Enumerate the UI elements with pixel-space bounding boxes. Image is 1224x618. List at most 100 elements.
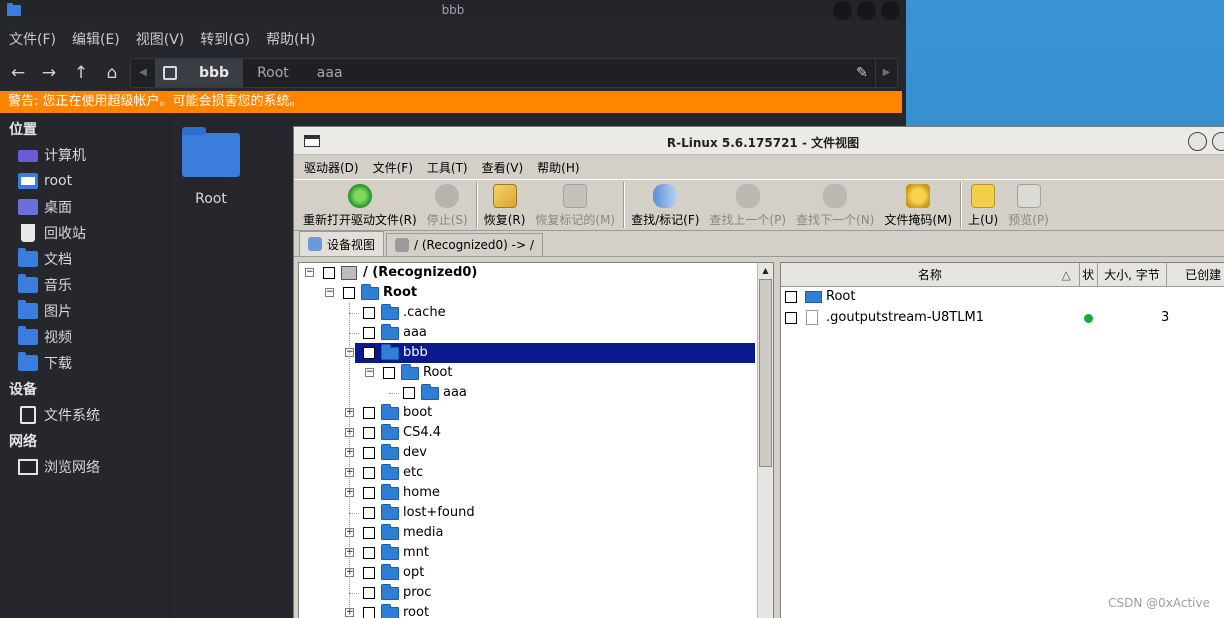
collapse-icon[interactable]: − (365, 368, 374, 377)
collapse-icon[interactable]: − (325, 288, 334, 297)
mark-checkbox[interactable] (363, 407, 375, 419)
rl-menu-help[interactable]: 帮助(H) (537, 159, 579, 176)
mark-checkbox[interactable] (363, 527, 375, 539)
sidebar-item-documents[interactable]: 文档 (0, 246, 169, 272)
maximize-button[interactable] (857, 1, 876, 20)
rl-menu-view[interactable]: 查看(V) (482, 159, 524, 176)
tree-node[interactable]: lost+found (299, 503, 759, 523)
folder-tree[interactable]: ▲ − / (Recognized0) − Root .cache aaa − bbb − Roo… (298, 262, 774, 618)
mark-checkbox[interactable] (323, 267, 335, 279)
mark-checkbox[interactable] (383, 367, 395, 379)
tree-node[interactable]: + dev (299, 443, 759, 463)
sidebar-item-videos[interactable]: 视频 (0, 324, 169, 350)
sidebar-item-trash[interactable]: 回收站 (0, 220, 169, 246)
rl-maximize-button[interactable] (1212, 132, 1224, 151)
mark-checkbox[interactable] (363, 447, 375, 459)
mark-checkbox[interactable] (363, 467, 375, 479)
tree-node[interactable]: aaa (299, 383, 759, 403)
sidebar-item-downloads[interactable]: 下载 (0, 350, 169, 376)
up-button[interactable]: 上(U) (968, 180, 998, 228)
tree-node[interactable]: + boot (299, 403, 759, 423)
sidebar-item-browse-network[interactable]: 浏览网络 (0, 454, 169, 480)
tab-file-view[interactable]: / (Recognized0) -> / (386, 233, 543, 256)
rl-menu-file[interactable]: 文件(F) (373, 159, 413, 176)
scroll-thumb[interactable] (759, 279, 772, 467)
tree-node[interactable]: − / (Recognized0) (299, 263, 759, 283)
mark-checkbox[interactable] (785, 312, 797, 324)
tree-scrollbar[interactable]: ▲ (757, 263, 773, 618)
tree-node[interactable]: proc (299, 583, 759, 603)
column-size[interactable]: 大小, 字节 (1098, 263, 1168, 286)
list-item[interactable]: Root (781, 287, 1224, 308)
mark-checkbox[interactable] (363, 307, 375, 319)
up-arrow-icon[interactable]: ↑ (70, 62, 92, 84)
drive-icon[interactable] (155, 59, 185, 87)
rl-titlebar[interactable]: R-Linux 5.6.175721 - 文件视图 (294, 127, 1224, 155)
close-button[interactable] (881, 1, 900, 20)
tree-node[interactable]: aaa (299, 323, 759, 343)
mark-checkbox[interactable] (363, 547, 375, 559)
sidebar-item-desktop[interactable]: 桌面 (0, 194, 169, 220)
rl-menu-tools[interactable]: 工具(T) (427, 159, 468, 176)
path-scroll-left-icon[interactable]: ◀ (131, 59, 155, 87)
tree-node[interactable]: + media (299, 523, 759, 543)
tree-node[interactable]: + opt (299, 563, 759, 583)
find-next-button[interactable]: 查找下一个(N) (796, 180, 874, 228)
tree-node[interactable]: + root (299, 603, 759, 618)
mark-checkbox[interactable] (363, 507, 375, 519)
recover-marked-button[interactable]: 恢复标记的(M) (535, 180, 615, 228)
reopen-drive-files-button[interactable]: 重新打开驱动文件(R) (303, 180, 417, 228)
back-arrow-icon[interactable]: ← (7, 62, 29, 84)
column-name[interactable]: 名称 △ (781, 263, 1080, 286)
preview-button[interactable]: 预览(P) (1008, 180, 1049, 228)
mark-checkbox[interactable] (363, 487, 375, 499)
tree-node[interactable]: .cache (299, 303, 759, 323)
tree-node[interactable]: − bbb (299, 343, 759, 363)
minimize-button[interactable] (833, 1, 852, 20)
sidebar-item-root[interactable]: root (0, 168, 169, 194)
tree-node[interactable]: − Root (299, 283, 759, 303)
mark-checkbox[interactable] (363, 327, 375, 339)
edit-path-icon[interactable]: ✎ (849, 59, 875, 87)
column-status[interactable]: 状 (1080, 263, 1098, 286)
tree-node[interactable]: + CS4.4 (299, 423, 759, 443)
mark-checkbox[interactable] (363, 607, 375, 618)
recover-button[interactable]: 恢复(R) (484, 180, 525, 228)
menu-help[interactable]: 帮助(H) (266, 29, 315, 49)
tree-node[interactable]: + etc (299, 463, 759, 483)
mark-checkbox[interactable] (363, 347, 375, 359)
stop-button[interactable]: 停止(S) (427, 180, 468, 228)
fm-titlebar[interactable]: bbb (0, 0, 906, 22)
folder-label[interactable]: Root (186, 191, 236, 207)
menu-file[interactable]: 文件(F) (9, 29, 56, 49)
rl-minimize-button[interactable] (1188, 132, 1207, 151)
menu-view[interactable]: 视图(V) (136, 29, 185, 49)
home-icon[interactable]: ⌂ (101, 62, 123, 84)
rl-menu-drive[interactable]: 驱动器(D) (304, 159, 359, 176)
sidebar-item-filesystem[interactable]: 文件系统 (0, 402, 169, 428)
list-item[interactable]: .goutputstream-U8TLM1 3 (781, 308, 1224, 329)
find-previous-button[interactable]: 查找上一个(P) (709, 180, 786, 228)
scroll-up-icon[interactable]: ▲ (758, 263, 773, 278)
breadcrumb-bbb[interactable]: bbb (185, 59, 244, 87)
collapse-icon[interactable]: − (305, 268, 314, 277)
column-created[interactable]: 已创建 (1167, 263, 1224, 286)
mark-checkbox[interactable] (363, 587, 375, 599)
breadcrumb-root[interactable]: Root (243, 59, 303, 87)
sidebar-item-music[interactable]: 音乐 (0, 272, 169, 298)
mark-checkbox[interactable] (363, 427, 375, 439)
tree-node[interactable]: + home (299, 483, 759, 503)
sidebar-item-pictures[interactable]: 图片 (0, 298, 169, 324)
breadcrumb-aaa[interactable]: aaa (303, 59, 357, 87)
file-mask-button[interactable]: 文件掩码(M) (884, 180, 952, 228)
find-mark-button[interactable]: 查找/标记(F) (631, 180, 699, 228)
menu-edit[interactable]: 编辑(E) (72, 29, 120, 49)
mark-checkbox[interactable] (343, 287, 355, 299)
mark-checkbox[interactable] (363, 567, 375, 579)
menu-go[interactable]: 转到(G) (200, 29, 250, 49)
forward-arrow-icon[interactable]: → (38, 62, 60, 84)
mark-checkbox[interactable] (403, 387, 415, 399)
tree-node[interactable]: + mnt (299, 543, 759, 563)
sidebar-item-computer[interactable]: 计算机 (0, 142, 169, 168)
mark-checkbox[interactable] (785, 291, 797, 303)
